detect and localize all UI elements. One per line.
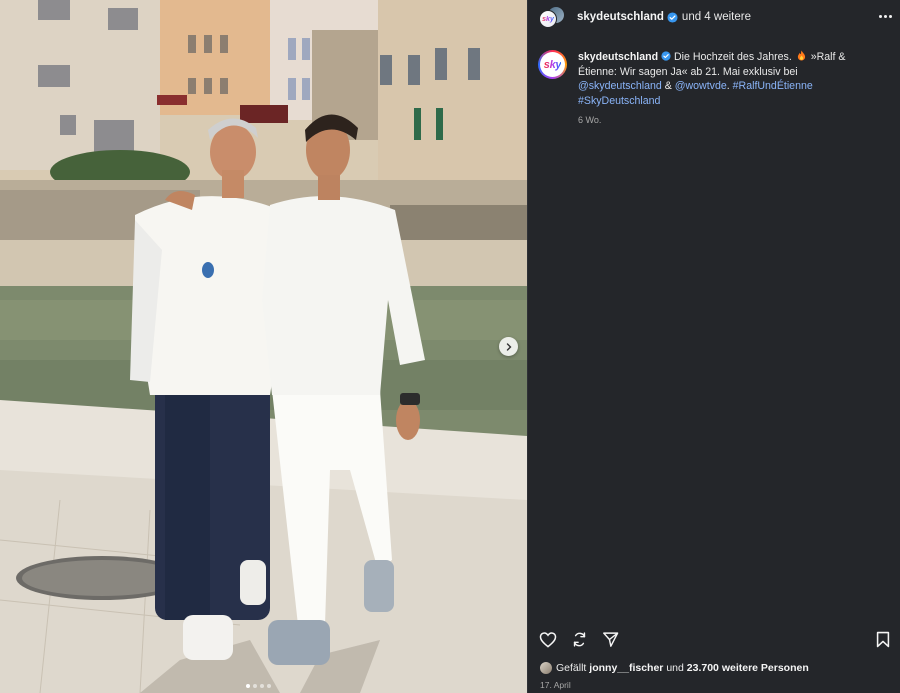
post-caption: sky skydeutschland Die Hochzeit des Jahr… <box>538 50 893 128</box>
heart-icon <box>539 631 557 648</box>
post-side-panel: sky skydeutschland und 4 weitere sky sky… <box>527 0 900 693</box>
sky-logo-icon: sky <box>542 15 554 23</box>
hashtag-link[interactable]: #SkyDeutschland <box>578 95 660 107</box>
caption-timestamp[interactable]: 6 Wo. <box>578 113 878 128</box>
mention-link[interactable]: @wowtvde <box>675 80 727 92</box>
caption-text: . <box>726 80 730 92</box>
liker-username[interactable]: jonny__fischer <box>589 662 663 674</box>
post-media[interactable] <box>0 0 527 693</box>
more-options-button[interactable] <box>877 8 893 24</box>
fire-emoji-icon <box>797 50 805 61</box>
caption-text: Die Hochzeit des Jahres. <box>674 51 792 63</box>
avatar: sky <box>539 10 557 28</box>
carousel-dot <box>246 684 250 688</box>
repost-icon <box>573 631 585 647</box>
post-photo <box>0 0 527 693</box>
carousel-dot <box>267 684 271 688</box>
post-actions <box>538 629 893 649</box>
sky-logo-icon: sky <box>543 58 562 71</box>
likes-prefix: Gefällt <box>556 662 587 674</box>
caption-text: & <box>664 80 672 92</box>
header-username[interactable]: skydeutschland <box>577 11 664 23</box>
caption-body: skydeutschland Die Hochzeit des Jahres. … <box>578 50 878 128</box>
caption-avatar[interactable]: sky <box>538 50 567 79</box>
carousel-indicator <box>246 684 271 688</box>
save-button[interactable] <box>873 629 893 649</box>
post-date[interactable]: 17. April <box>540 680 571 690</box>
hashtag-link[interactable]: #RalfUndÉtienne <box>733 80 813 92</box>
share-button[interactable] <box>600 629 620 649</box>
collab-avatars[interactable]: sky <box>539 6 565 28</box>
collaborators-link[interactable]: und 4 weitere <box>682 11 751 23</box>
like-button[interactable] <box>538 629 558 649</box>
dot-glyph <box>888 14 892 18</box>
carousel-next-button[interactable] <box>499 337 518 356</box>
avatar-inner: sky <box>540 52 565 77</box>
bookmark-icon <box>876 631 890 647</box>
post-header: sky skydeutschland und 4 weitere <box>528 0 900 34</box>
liker-avatar[interactable] <box>539 661 553 675</box>
more-options-icon <box>878 14 882 18</box>
verified-badge-icon <box>661 51 671 61</box>
likes-count[interactable]: 23.700 weitere Personen <box>687 662 809 674</box>
mention-link[interactable]: @skydeutschland <box>578 80 662 92</box>
verified-badge-icon <box>667 11 678 23</box>
likes-summary: Gefällt jonny__fischer und 23.700 weiter… <box>539 661 809 675</box>
repost-button[interactable] <box>569 629 589 649</box>
dot-glyph <box>883 14 887 18</box>
caption-username[interactable]: skydeutschland <box>578 51 658 63</box>
send-icon <box>602 631 618 647</box>
chevron-right-icon <box>506 342 511 351</box>
carousel-dot <box>253 684 257 688</box>
carousel-dot <box>260 684 264 688</box>
likes-mid: und <box>666 662 684 674</box>
instagram-post-modal: sky skydeutschland und 4 weitere sky sky… <box>0 0 900 693</box>
